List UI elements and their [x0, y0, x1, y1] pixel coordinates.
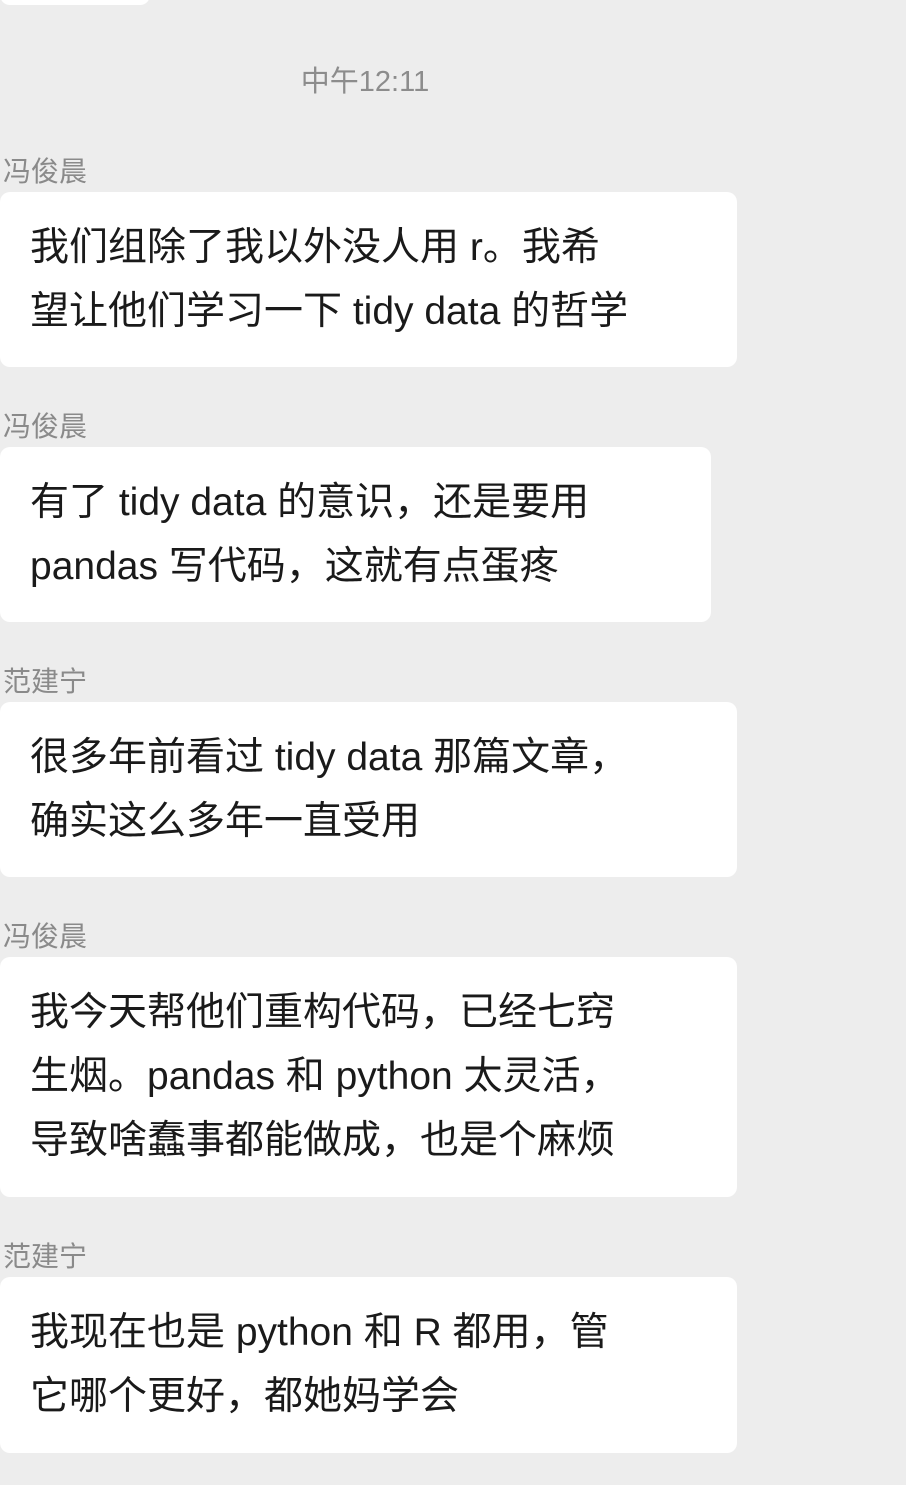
message-bubble[interactable]: 我今天帮他们重构代码，已经七窍 生烟。pandas 和 python 太灵活， … — [0, 957, 737, 1197]
message-bubble[interactable]: 我们组除了我以外没人用 r。我希 望让他们学习一下 tidy data 的哲学 — [0, 192, 737, 367]
sender-name: 冯俊晨 — [3, 156, 88, 187]
message-line: 它哪个更好，都她妈学会 — [30, 1375, 460, 1418]
message-line: 我今天帮他们重构代码，已经七窍 — [30, 991, 616, 1034]
timestamp: 中午12:11 — [300, 66, 430, 98]
sender-name: 范建宁 — [3, 666, 88, 697]
message-line: 我们组除了我以外没人用 r。我希 — [30, 226, 600, 269]
message-line: 有了 tidy data 的意识，还是要用 — [30, 481, 590, 524]
message-bubble[interactable]: 我现在也是 python 和 R 都用，管 它哪个更好，都她妈学会 — [0, 1277, 737, 1453]
message-line: 确实这么多年一直受用 — [30, 800, 421, 843]
message-bubble[interactable]: 有了 tidy data 的意识，还是要用 pandas 写代码，这就有点蛋疼 — [0, 447, 711, 622]
message-bubble[interactable]: 很多年前看过 tidy data 那篇文章， 确实这么多年一直受用 — [0, 702, 737, 877]
message-line: pandas 写代码，这就有点蛋疼 — [30, 545, 559, 588]
message-line: 我现在也是 python 和 R 都用，管 — [30, 1311, 609, 1354]
message-line: 生烟。pandas 和 python 太灵活， — [30, 1055, 620, 1098]
message-line: 导致啥蠢事都能做成，也是个麻烦 — [30, 1119, 616, 1162]
previous-message-bubble[interactable] — [0, 0, 150, 5]
sender-name: 范建宁 — [3, 1241, 88, 1272]
sender-name: 冯俊晨 — [3, 411, 88, 442]
message-line: 望让他们学习一下 tidy data 的哲学 — [30, 290, 629, 333]
message-line: 很多年前看过 tidy data 那篇文章， — [30, 736, 629, 779]
sender-name: 冯俊晨 — [3, 921, 88, 952]
